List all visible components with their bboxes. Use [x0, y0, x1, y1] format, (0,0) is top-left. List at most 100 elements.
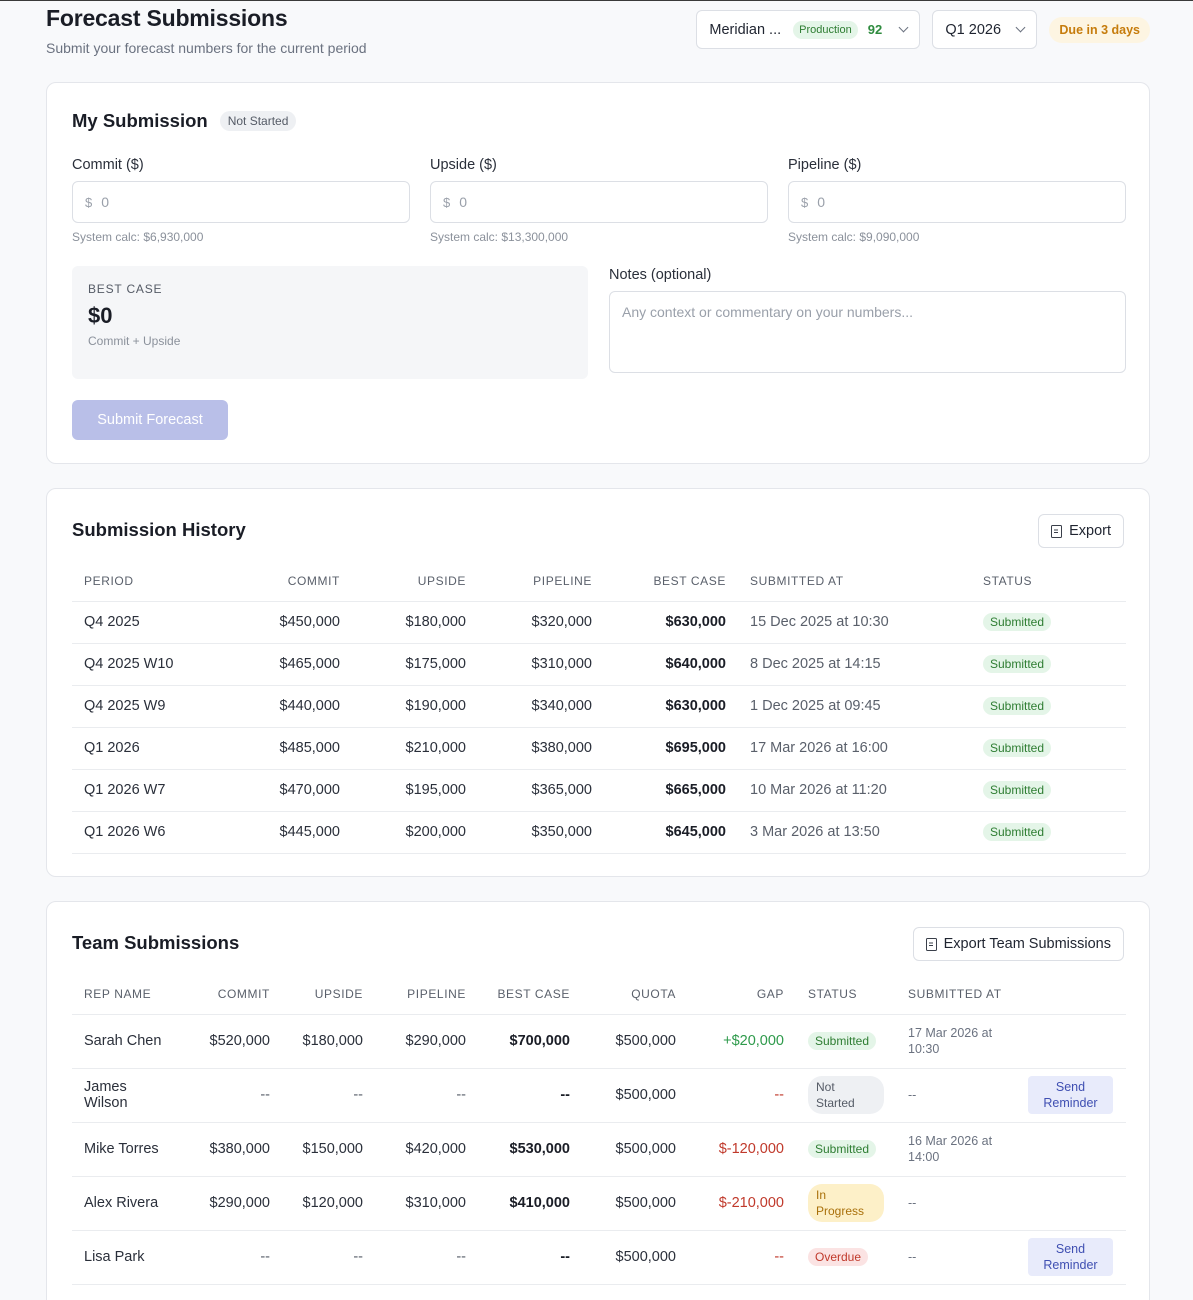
- best-case-value: $0: [88, 303, 113, 328]
- best-case-cell: --: [478, 1230, 582, 1285]
- column-header: PIPELINE: [375, 974, 478, 1015]
- action-cell: Send Reminder: [1016, 1068, 1126, 1123]
- pipeline-cell: $420,000: [375, 1122, 478, 1177]
- table-row: Q1 2026 W7 $470,000 $195,000 $365,000 $6…: [72, 769, 1126, 812]
- currency-prefix: $: [85, 194, 93, 210]
- period-cell: Q4 2025 W9: [72, 685, 232, 728]
- status-cell: Submitted: [971, 769, 1126, 812]
- upside-cell: $180,000: [282, 1014, 375, 1069]
- commit-label: Commit ($): [72, 157, 144, 173]
- export-team-button[interactable]: Export Team Submissions: [912, 927, 1124, 961]
- status-cell: Submitted: [971, 685, 1126, 728]
- commit-cell: $290,000: [182, 1176, 282, 1231]
- notes-textarea[interactable]: Any context or commentary on your number…: [609, 291, 1126, 373]
- column-header: BEST CASE: [604, 561, 738, 602]
- send-reminder-button[interactable]: Send Reminder: [1028, 1238, 1113, 1276]
- submit-forecast-button[interactable]: Submit Forecast: [72, 400, 228, 440]
- currency-prefix: $: [801, 194, 809, 210]
- submitted-at-cell: 10 Mar 2026 at 11:20: [738, 769, 971, 812]
- period-cell: Q1 2026: [72, 727, 232, 770]
- status-badge: Submitted: [983, 697, 1052, 715]
- submitted-at-cell: --: [896, 1176, 1016, 1231]
- table-row: Sarah Chen $520,000 $180,000 $290,000 $7…: [72, 1014, 1126, 1069]
- chevron-down-icon: [1015, 22, 1026, 33]
- page: Forecast Submissions Submit your forecas…: [46, 1, 1150, 1300]
- best-case-cell: $700,000: [478, 1014, 582, 1069]
- column-header: QUOTA: [582, 974, 688, 1015]
- column-header: [1016, 974, 1126, 1015]
- period-selector[interactable]: Q1 2026: [932, 10, 1038, 49]
- commit-cell: $485,000: [232, 727, 352, 770]
- pipeline-cell: $310,000: [375, 1176, 478, 1231]
- pipeline-field: Pipeline ($) $ 0 System calc: $9,090,000: [788, 157, 1126, 244]
- history-table: PERIOD COMMIT UPSIDE PIPELINE BEST CASE …: [72, 561, 1126, 854]
- upside-cell: $195,000: [352, 769, 478, 812]
- status-badge: Submitted: [983, 781, 1052, 799]
- column-header: UPSIDE: [282, 974, 375, 1015]
- submitted-at-cell: 17 Mar 2026 at 10:30: [896, 1014, 1016, 1069]
- pipeline-cell: --: [375, 1068, 478, 1123]
- status-cell: Submitted: [971, 727, 1126, 770]
- column-header: COMMIT: [232, 561, 352, 602]
- column-header: REP NAME: [72, 974, 182, 1015]
- submitted-at-cell: 8 Dec 2025 at 14:15: [738, 643, 971, 686]
- commit-cell: $380,000: [182, 1122, 282, 1177]
- upside-input[interactable]: $ 0: [430, 181, 768, 223]
- status-badge: In Progress: [808, 1184, 884, 1222]
- status-cell: Submitted: [971, 643, 1126, 686]
- upside-hint: System calc: $13,300,000: [430, 230, 569, 244]
- best-case-cell: $630,000: [604, 685, 738, 728]
- org-score: 92: [867, 22, 883, 37]
- commit-hint: System calc: $6,930,000: [72, 230, 204, 244]
- upside-cell: $210,000: [352, 727, 478, 770]
- upside-cell: $190,000: [352, 685, 478, 728]
- pipeline-cell: $380,000: [478, 727, 604, 770]
- best-case-cell: $530,000: [478, 1122, 582, 1177]
- status-cell: Overdue: [796, 1230, 896, 1285]
- table-row: Q1 2026 $485,000 $210,000 $380,000 $695,…: [72, 727, 1126, 770]
- notes-placeholder: Any context or commentary on your number…: [622, 304, 914, 320]
- column-header: SUBMITTED AT: [896, 974, 1016, 1015]
- gap-cell: +$20,000: [688, 1014, 796, 1069]
- upside-cell: $180,000: [352, 601, 478, 644]
- status-badge: Overdue: [808, 1248, 869, 1266]
- pipeline-label: Pipeline ($): [788, 157, 862, 173]
- send-reminder-button[interactable]: Send Reminder: [1028, 1076, 1113, 1114]
- column-header: GAP: [688, 974, 796, 1015]
- upside-cell: --: [282, 1068, 375, 1123]
- rep-name-cell: Mike Torres: [72, 1122, 182, 1177]
- org-name: Meridian ...: [709, 21, 782, 38]
- submitted-at-cell: 16 Mar 2026 at 14:00: [896, 1122, 1016, 1177]
- action-cell: Send Reminder: [1016, 1230, 1126, 1285]
- column-header: SUBMITTED AT: [738, 561, 971, 602]
- commit-input[interactable]: $ 0: [72, 181, 410, 223]
- upside-cell: --: [282, 1230, 375, 1285]
- pipeline-input[interactable]: $ 0: [788, 181, 1126, 223]
- submission-history-card: Submission History Export PERIOD COMMIT …: [46, 488, 1150, 877]
- action-cell: [1016, 1014, 1126, 1069]
- submitted-at-cell: 3 Mar 2026 at 13:50: [738, 811, 971, 854]
- upside-cell: $200,000: [352, 811, 478, 854]
- upside-label: Upside ($): [430, 157, 497, 173]
- upside-placeholder: 0: [459, 194, 468, 210]
- gap-cell: --: [688, 1068, 796, 1123]
- chevron-down-icon: [898, 22, 909, 33]
- pipeline-placeholder: 0: [817, 194, 826, 210]
- submitted-at-cell: 15 Dec 2025 at 10:30: [738, 601, 971, 644]
- page-header: Forecast Submissions Submit your forecas…: [46, 1, 1150, 81]
- commit-placeholder: 0: [101, 194, 110, 210]
- table-row: Q4 2025 W9 $440,000 $190,000 $340,000 $6…: [72, 685, 1126, 728]
- quota-cell: $500,000: [582, 1176, 688, 1231]
- rep-name-cell: James Wilson: [72, 1068, 182, 1123]
- pipeline-cell: --: [375, 1230, 478, 1285]
- export-button[interactable]: Export: [1038, 514, 1124, 548]
- action-cell: [1016, 1122, 1126, 1177]
- best-case-cell: $695,000: [604, 727, 738, 770]
- submission-history-title: Submission History: [72, 519, 246, 540]
- best-case-label: BEST CASE: [88, 282, 163, 296]
- file-export-icon: [1051, 524, 1063, 538]
- upside-cell: $175,000: [352, 643, 478, 686]
- org-selector[interactable]: Meridian ... Production 92: [696, 10, 921, 49]
- commit-cell: $470,000: [232, 769, 352, 812]
- upside-cell: $150,000: [282, 1122, 375, 1177]
